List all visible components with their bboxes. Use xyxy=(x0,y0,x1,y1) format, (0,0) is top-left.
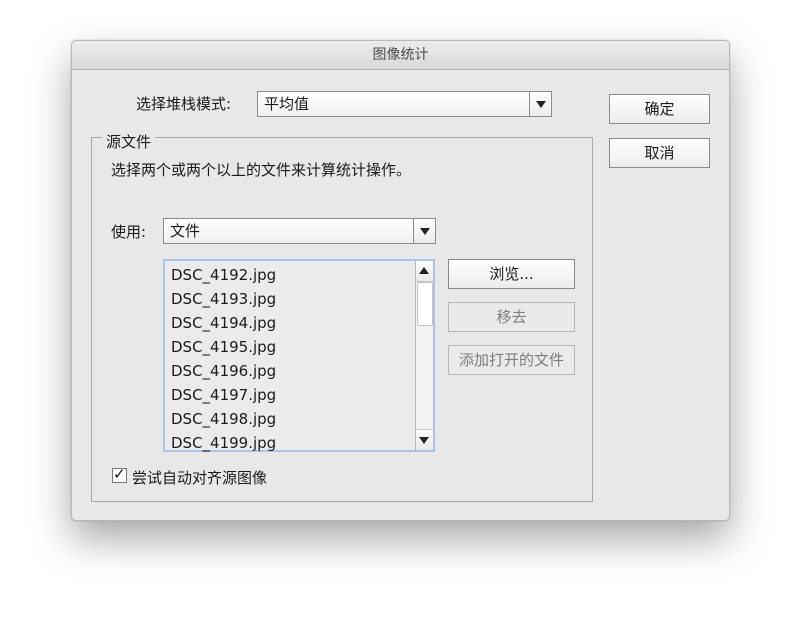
add-open-files-button[interactable]: 添加打开的文件 xyxy=(448,345,575,375)
chevron-down-icon xyxy=(536,101,546,108)
use-dropdown-button[interactable] xyxy=(413,219,435,243)
cancel-button[interactable]: 取消 xyxy=(609,138,710,168)
align-source-images-label[interactable]: 尝试自动对齐源图像 xyxy=(132,467,267,488)
list-item[interactable]: DSC_4196.jpg xyxy=(171,359,276,383)
list-item[interactable]: DSC_4199.jpg xyxy=(171,431,276,455)
arrow-down-icon xyxy=(419,437,429,444)
list-item[interactable]: DSC_4192.jpg xyxy=(171,263,276,287)
list-item[interactable]: DSC_4194.jpg xyxy=(171,311,276,335)
stack-mode-label: 选择堆栈模式: xyxy=(136,95,232,113)
file-list-scrollbar[interactable] xyxy=(415,261,433,450)
checkmark-icon: ✓ xyxy=(113,465,126,483)
scroll-down-button[interactable] xyxy=(416,429,433,450)
list-item[interactable]: DSC_4198.jpg xyxy=(171,407,276,431)
list-item[interactable]: DSC_4193.jpg xyxy=(171,287,276,311)
stack-mode-dropdown-button[interactable] xyxy=(529,92,551,116)
scroll-thumb[interactable] xyxy=(417,282,433,326)
stack-mode-select[interactable]: 平均值 xyxy=(257,91,552,117)
dialog-title: 图像统计 xyxy=(72,41,729,70)
use-value: 文件 xyxy=(170,222,201,240)
remove-button[interactable]: 移去 xyxy=(448,302,575,332)
source-files-legend: 源文件 xyxy=(102,131,156,152)
list-item[interactable]: DSC_4195.jpg xyxy=(171,335,276,359)
browse-button[interactable]: 浏览... xyxy=(448,259,575,289)
image-statistics-dialog: 图像统计 选择堆栈模式: 平均值 确定 取消 源文件 选择两个或两个以上的文件来… xyxy=(71,40,730,521)
align-source-images-checkbox[interactable]: ✓ xyxy=(112,465,127,483)
scroll-up-button[interactable] xyxy=(416,261,433,282)
file-list[interactable]: DSC_4192.jpg DSC_4193.jpg DSC_4194.jpg D… xyxy=(163,259,435,452)
ok-button[interactable]: 确定 xyxy=(609,94,710,124)
list-item[interactable]: DSC_4197.jpg xyxy=(171,383,276,407)
stack-mode-value: 平均值 xyxy=(264,95,310,113)
arrow-up-icon xyxy=(419,267,429,274)
use-label: 使用: xyxy=(111,223,147,241)
source-description: 选择两个或两个以上的文件来计算统计操作。 xyxy=(111,161,412,179)
use-select[interactable]: 文件 xyxy=(163,218,436,244)
chevron-down-icon xyxy=(420,228,430,235)
